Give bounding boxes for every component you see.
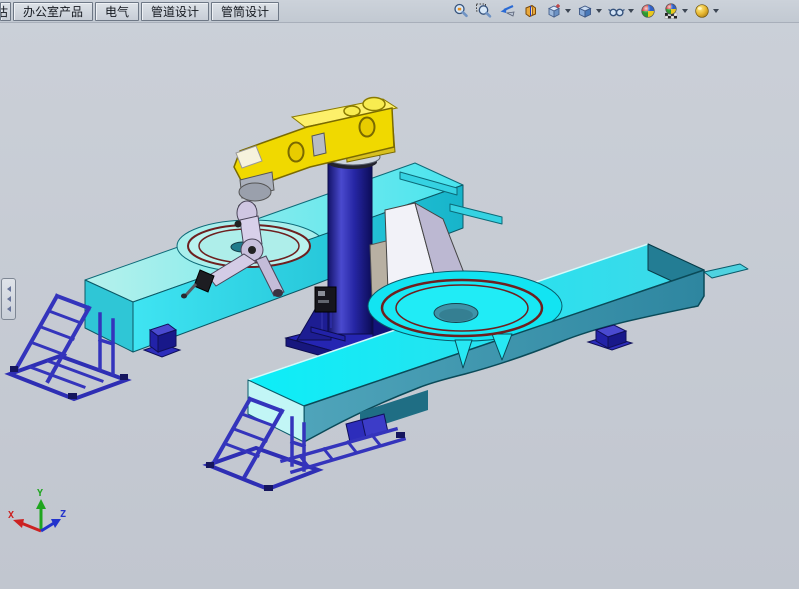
zoom-to-area-icon — [475, 2, 493, 20]
collapse-arrow-icon — [7, 286, 11, 292]
hide-show-items-dropdown[interactable] — [628, 9, 634, 13]
hide-show-items-icon — [607, 2, 626, 20]
zoom-to-fit-icon — [452, 2, 470, 20]
hide-show-items-button[interactable] — [605, 1, 636, 21]
heads-up-view-toolbar — [450, 0, 721, 22]
section-view-button[interactable] — [520, 1, 542, 21]
tab-office-products[interactable]: 办公室产品 — [13, 2, 93, 21]
view-settings-dropdown[interactable] — [713, 9, 719, 13]
section-view-icon — [522, 2, 540, 20]
view-orientation-dropdown[interactable] — [565, 9, 571, 13]
command-manager-toolbar: 评估 办公室产品 电气 管道设计 管筒设计 — [0, 0, 799, 23]
edit-appearance-icon — [639, 2, 657, 20]
apply-scene-icon — [662, 2, 680, 20]
display-style-button[interactable] — [574, 1, 604, 21]
tab-evaluate[interactable]: 评估 — [0, 2, 11, 21]
command-tabs: 评估 办公室产品 电气 管道设计 管筒设计 — [0, 0, 280, 22]
tab-electrical[interactable]: 电气 — [95, 2, 139, 21]
solidworks-window: X Y Z 评估 办公室产品 电气 管道设计 管筒设计 — [0, 0, 799, 589]
triad-x-label: X — [8, 510, 14, 521]
edit-appearance-button[interactable] — [637, 1, 659, 21]
view-settings-icon — [693, 2, 711, 20]
feature-panel-collapse-button[interactable] — [1, 278, 16, 320]
model-turntable-ring-right[interactable] — [382, 280, 542, 336]
view-settings-button[interactable] — [691, 1, 721, 21]
tab-piping-design[interactable]: 管道设计 — [141, 2, 209, 21]
viewport-canvas[interactable]: X Y Z — [0, 0, 799, 589]
view-orientation-icon — [545, 2, 563, 20]
triad-y-label: Y — [37, 488, 43, 499]
display-style-icon — [576, 2, 594, 20]
tab-tubing-design[interactable]: 管筒设计 — [211, 2, 279, 21]
apply-scene-button[interactable] — [660, 1, 690, 21]
zoom-to-fit-button[interactable] — [450, 1, 472, 21]
triad-z-label: Z — [60, 509, 66, 520]
zoom-to-area-button[interactable] — [473, 1, 495, 21]
previous-view-icon — [498, 2, 517, 20]
view-orientation-button[interactable] — [543, 1, 573, 21]
collapse-arrow-icon — [7, 296, 11, 302]
display-style-dropdown[interactable] — [596, 9, 602, 13]
collapse-arrow-icon — [7, 306, 11, 312]
previous-view-button[interactable] — [496, 1, 519, 21]
apply-scene-dropdown[interactable] — [682, 9, 688, 13]
